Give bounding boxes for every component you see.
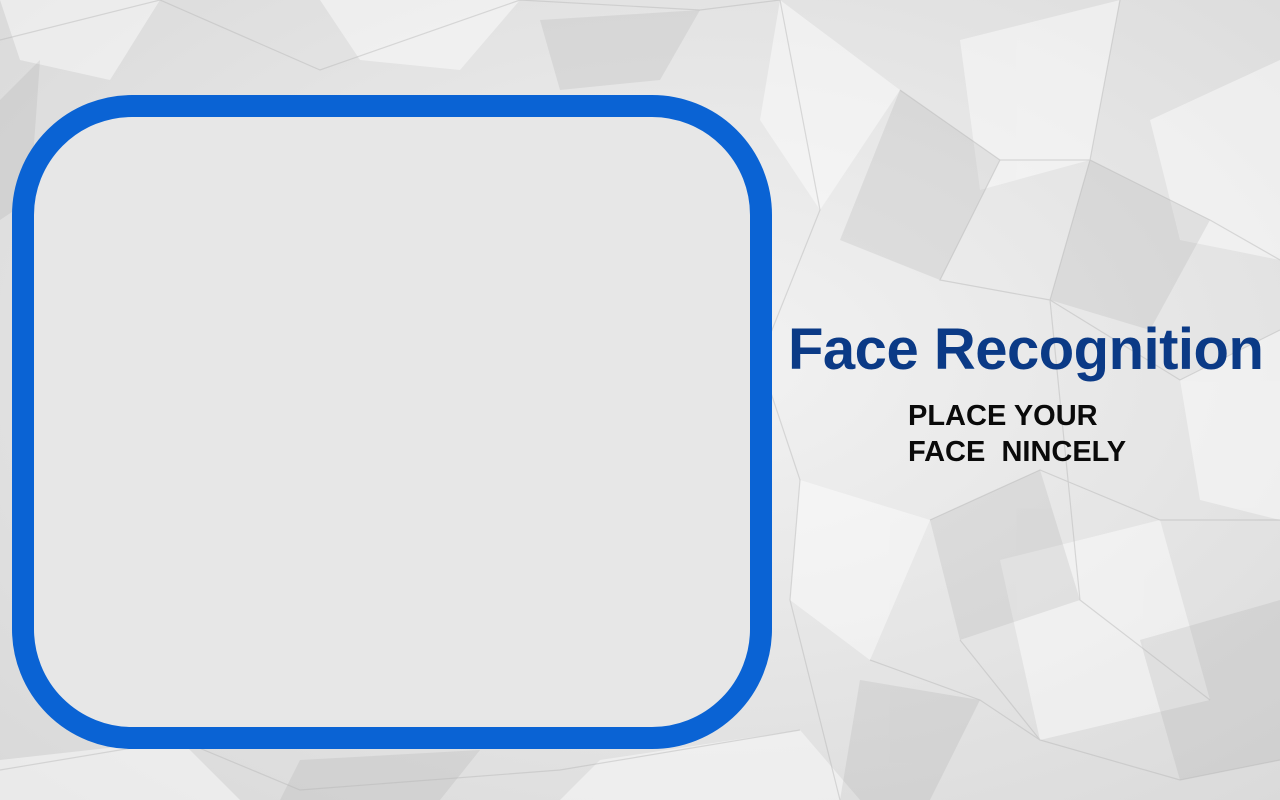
- instruction-line-1: PLACE YOUR: [908, 400, 1098, 432]
- instruction-text: PLACE YOUR FACE NINCELY: [908, 398, 1238, 470]
- camera-frame: [12, 95, 772, 749]
- instruction-line-2: FACE NINCELY: [908, 436, 1127, 468]
- camera-viewport: [34, 117, 750, 727]
- page-title: Face Recognition: [788, 317, 1264, 382]
